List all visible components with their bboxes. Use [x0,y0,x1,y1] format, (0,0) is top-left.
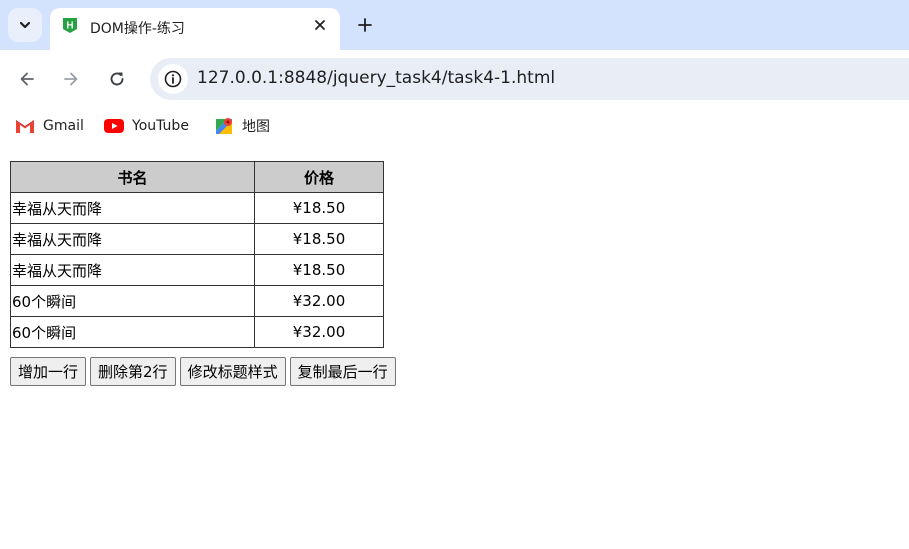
price-cell: ¥18.50 [254,192,384,224]
header-price: 价格 [254,161,384,193]
back-arrow-icon [20,72,34,86]
svg-text:H: H [66,21,73,32]
back-button[interactable] [11,63,43,95]
close-icon [315,20,325,30]
url-text: 127.0.0.1:8848/jquery_task4/task4-1.html [197,68,556,88]
table-header-row: 书名 价格 [10,161,384,193]
info-icon [164,70,182,88]
forward-arrow-icon [64,72,78,86]
tab-title: DOM操作-练习 [90,21,185,37]
table-row: 幸福从天而降 ¥18.50 [10,254,384,286]
action-buttons: 增加一行 删除第2行 修改标题样式 复制最后一行 [10,357,396,386]
reload-button[interactable] [101,63,133,95]
book-name-cell: 幸福从天而降 [10,254,255,286]
price-cell: ¥18.50 [254,254,384,286]
price-cell: ¥32.00 [254,285,384,317]
reload-icon [110,72,124,86]
price-cell: ¥18.50 [254,223,384,255]
active-tab[interactable]: H DOM操作-练习 [50,8,340,50]
hbuilder-favicon-icon: H [63,18,77,33]
tab-strip: H DOM操作-练习 [0,0,909,50]
modify-header-style-button[interactable]: 修改标题样式 [179,357,286,386]
header-book-name: 书名 [10,161,255,193]
add-row-button[interactable]: 增加一行 [10,357,87,386]
bookmark-gmail[interactable]: Gmail [15,114,84,138]
bookmark-label: YouTube [132,118,189,134]
table-row: 60个瞬间 ¥32.00 [10,316,384,348]
book-name-cell: 幸福从天而降 [10,192,255,224]
table-row: 60个瞬间 ¥32.00 [10,285,384,317]
delete-second-row-button[interactable]: 删除第2行 [90,357,176,386]
bookmark-youtube[interactable]: YouTube [104,114,189,138]
book-table: 书名 价格 幸福从天而降 ¥18.50 幸福从天而降 ¥18.50 幸福从天而降… [10,161,384,348]
gmail-icon [15,116,35,136]
browser-toolbar: 127.0.0.1:8848/jquery_task4/task4-1.html [0,50,909,108]
youtube-icon [104,116,124,136]
site-info-button[interactable] [158,64,188,94]
new-tab-button[interactable] [352,12,378,38]
bookmark-maps[interactable]: 地图 [214,114,270,138]
table-row: 幸福从天而降 ¥18.50 [10,192,384,224]
book-name-cell: 幸福从天而降 [10,223,255,255]
tab-close-button[interactable] [310,15,330,35]
plus-icon [358,18,372,32]
chevron-down-icon [19,21,31,29]
bookmark-label: Gmail [43,118,84,134]
bookmark-label: 地图 [242,119,270,135]
maps-icon [214,116,234,136]
price-cell: ¥32.00 [254,316,384,348]
bookmarks-bar: Gmail YouTube 地图 [0,108,909,144]
tab-search-button[interactable] [8,8,42,42]
book-name-cell: 60个瞬间 [10,285,255,317]
page-content: 书名 价格 幸福从天而降 ¥18.50 幸福从天而降 ¥18.50 幸福从天而降… [0,144,909,549]
copy-last-row-button[interactable]: 复制最后一行 [289,357,396,386]
book-name-cell: 60个瞬间 [10,316,255,348]
forward-button[interactable] [55,63,87,95]
table-row: 幸福从天而降 ¥18.50 [10,223,384,255]
address-bar[interactable]: 127.0.0.1:8848/jquery_task4/task4-1.html [150,58,909,100]
